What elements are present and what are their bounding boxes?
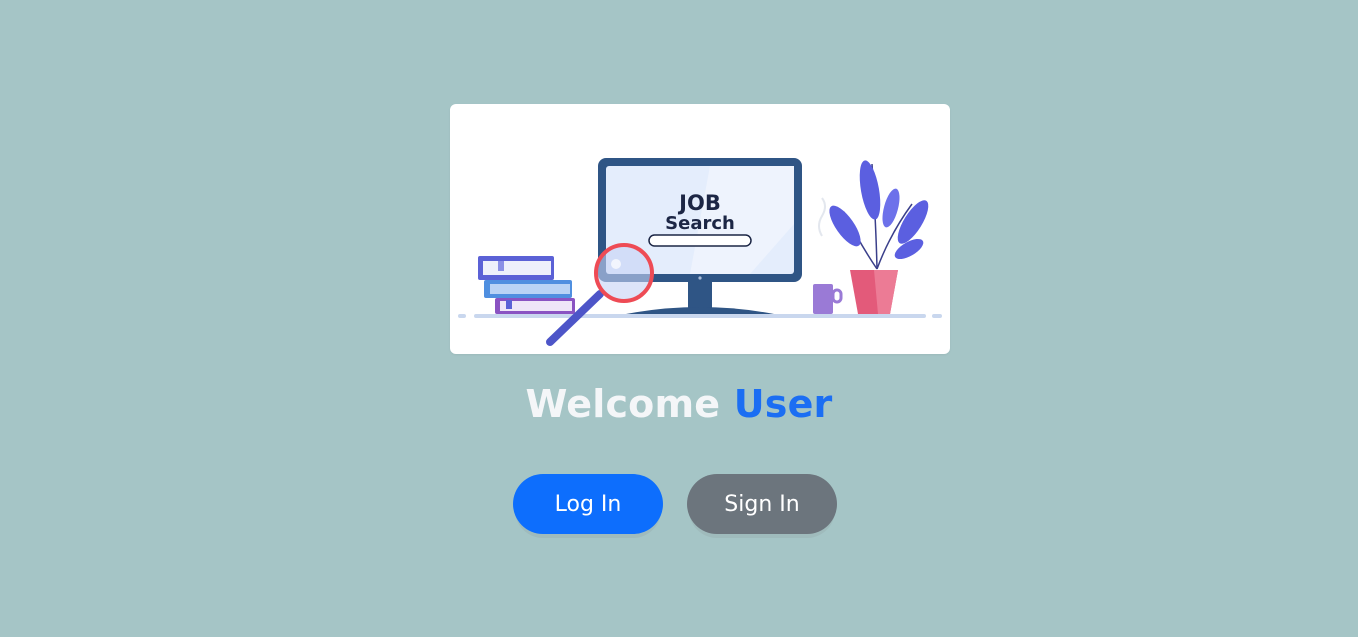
login-button[interactable]: Log In (513, 474, 663, 534)
welcome-prefix: Welcome (525, 382, 721, 426)
screen-title: JOB (677, 191, 721, 215)
job-search-illustration: JOB Search (458, 158, 942, 346)
landing-page: JOB Search Welcome User Log In Sign In (0, 0, 1358, 637)
screen-subtitle: Search (665, 213, 735, 234)
signin-button[interactable]: Sign In (687, 474, 837, 534)
books-icon (478, 256, 575, 314)
hero-image-card: JOB Search (450, 104, 950, 354)
welcome-heading: Welcome User (0, 380, 1358, 428)
welcome-user-name: User (733, 382, 833, 426)
